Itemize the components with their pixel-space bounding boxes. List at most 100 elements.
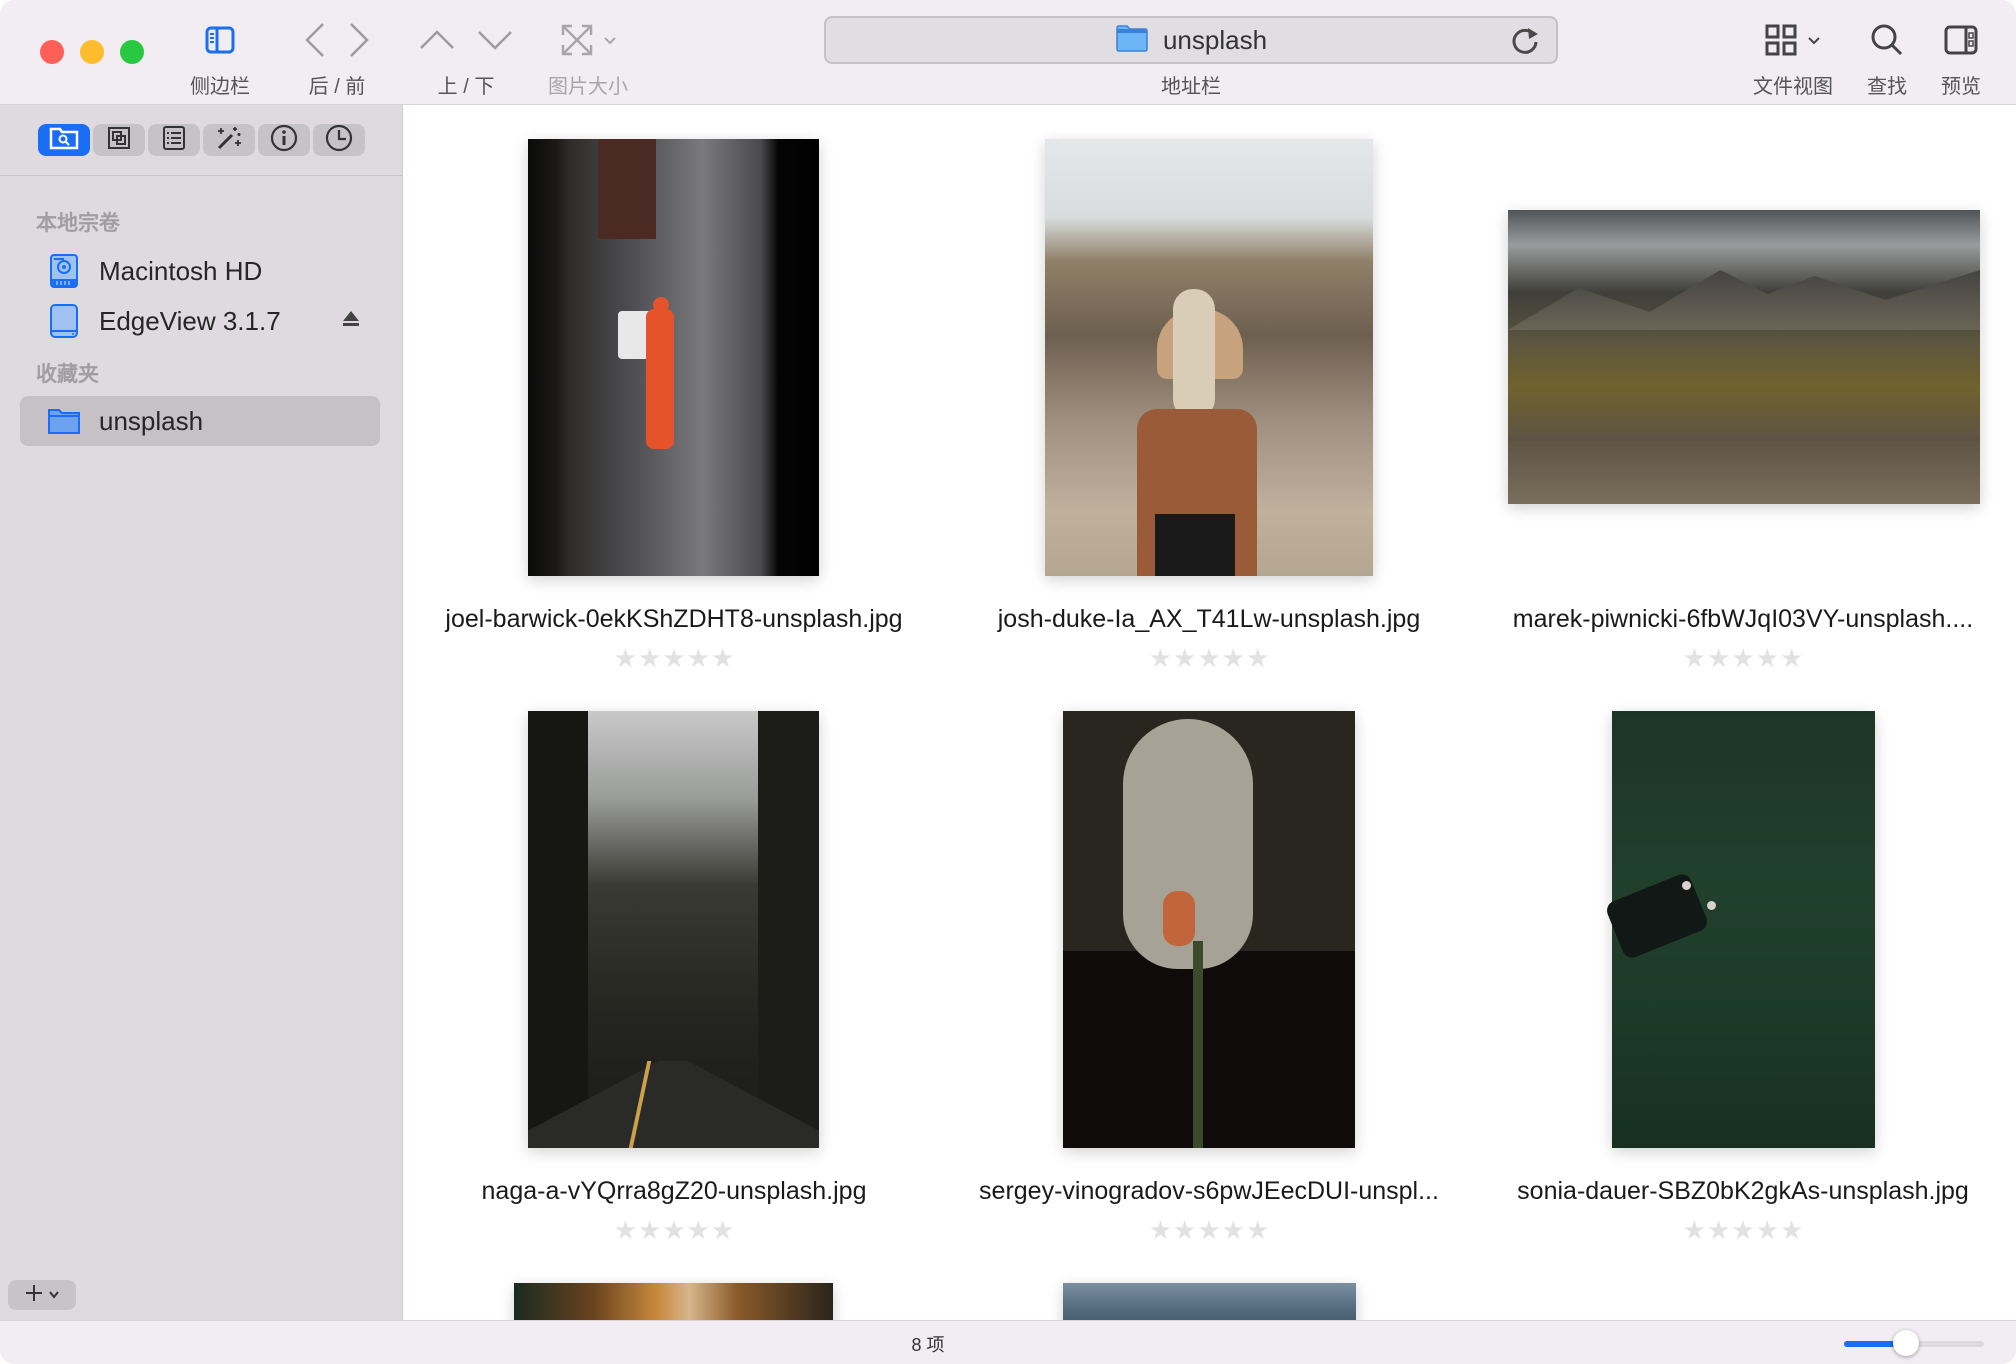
image-size-button[interactable]: 图片大小 [544,20,632,99]
sidebar-item-label: Macintosh HD [99,255,263,286]
star-icon[interactable]: ★ [1246,645,1269,671]
star-icon[interactable]: ★ [711,645,734,671]
finder-window: 侧边栏 后 / 前 上 / 下 图片大小 unsplash 地址栏 文件视图 查… [0,0,2016,1364]
segment-list[interactable] [148,124,200,156]
image-size-label: 图片大小 [548,76,628,98]
find-button[interactable]: 查找 [1862,20,1912,99]
star-icon[interactable]: ★ [1756,1217,1779,1243]
close-button[interactable] [40,40,64,64]
section-favorites: 收藏夹 [36,363,99,386]
sidebar: 本地宗卷 Macintosh HD EdgeView 3.1.7 收藏夹 uns… [0,105,403,1320]
star-icon[interactable]: ★ [1707,645,1730,671]
thumbnail-sonia-dauer[interactable] [1604,711,1875,1148]
star-icon[interactable]: ★ [687,1217,710,1243]
star-icon[interactable]: ★ [1173,1217,1196,1243]
image-detail [1707,901,1716,910]
image-detail [758,711,819,1148]
star-icon[interactable]: ★ [1780,1217,1803,1243]
star-rating[interactable]: ★ ★ ★ ★ ★ [614,645,735,671]
address-bar[interactable]: unsplash [824,16,1558,64]
star-icon[interactable]: ★ [638,1217,661,1243]
image-detail [653,297,669,313]
image-detail [1508,270,1980,330]
sidebar-toggle-button[interactable]: 侧边栏 [186,20,254,99]
folder-icon [1115,24,1149,57]
star-icon[interactable]: ★ [1197,1217,1220,1243]
internal-drive-icon [47,253,81,289]
file-name: josh-duke-Ia_AX_T41Lw-unsplash.jpg [997,605,1421,633]
star-icon[interactable]: ★ [638,645,661,671]
star-icon[interactable]: ★ [614,1217,637,1243]
plus-icon [25,1284,43,1307]
sidebar-mode-segments [38,124,365,156]
back-button[interactable] [303,21,327,64]
back-forward-label: 后 / 前 [308,76,366,98]
file-name: joel-barwick-0ekKShZDHT8-unsplash.jpg [445,605,903,633]
external-drive-icon [47,303,81,339]
star-icon[interactable]: ★ [1173,645,1196,671]
minimize-button[interactable] [80,40,104,64]
sidebar-item-unsplash[interactable]: unsplash [20,396,380,446]
star-icon[interactable]: ★ [1707,1217,1730,1243]
segment-layers[interactable] [93,124,145,156]
thumbnail-partial-8[interactable] [1063,1283,1356,1320]
star-icon[interactable]: ★ [1756,645,1779,671]
add-favorite-button[interactable] [8,1280,76,1310]
sidebar-item-macintosh-hd[interactable]: Macintosh HD [20,246,380,296]
star-icon[interactable]: ★ [662,1217,685,1243]
thumbnail-naga-a[interactable] [528,711,819,1148]
segment-info[interactable] [258,124,310,156]
star-icon[interactable]: ★ [1149,1217,1172,1243]
zoom-button[interactable] [120,40,144,64]
star-icon[interactable]: ★ [687,645,710,671]
star-rating[interactable]: ★ ★ ★ ★ ★ [1149,645,1270,671]
star-icon[interactable]: ★ [1731,1217,1754,1243]
star-icon[interactable]: ★ [614,645,637,671]
slider-thumb[interactable] [1892,1330,1919,1356]
folder-search-icon [49,126,79,155]
sidebar-icon [205,26,235,59]
star-icon[interactable]: ★ [1683,645,1706,671]
search-icon [1870,23,1904,62]
star-rating[interactable]: ★ ★ ★ ★ ★ [1683,1217,1804,1243]
star-icon[interactable]: ★ [1197,645,1220,671]
forward-button[interactable] [347,21,371,64]
star-icon[interactable]: ★ [1731,645,1754,671]
file-name: marek-piwnicki-6fbWJqI03VY-unsplash.... [1512,605,1974,633]
star-icon[interactable]: ★ [711,1217,734,1243]
star-rating[interactable]: ★ ★ ★ ★ ★ [614,1217,735,1243]
image-detail [646,309,674,449]
folder-icon [47,407,81,435]
sidebar-item-label: unsplash [99,405,204,436]
down-button[interactable] [476,28,514,57]
star-icon[interactable]: ★ [1222,1217,1245,1243]
thumbnail-joel-barwick[interactable] [528,139,819,576]
reload-button[interactable] [1508,24,1542,63]
sidebar-item-edgeview[interactable]: EdgeView 3.1.7 [20,296,380,346]
star-icon[interactable]: ★ [1683,1217,1706,1243]
file-name: sergey-vinogradov-s6pwJEecDUI-unspl... [979,1177,1439,1205]
segment-history[interactable] [313,124,365,156]
info-icon [270,124,298,157]
star-icon[interactable]: ★ [662,645,685,671]
clock-icon [325,124,353,157]
star-icon[interactable]: ★ [1149,645,1172,671]
eject-icon[interactable] [342,310,360,333]
star-icon[interactable]: ★ [1222,645,1245,671]
star-rating[interactable]: ★ ★ ★ ★ ★ [1683,645,1804,671]
address-path: unsplash [1162,24,1268,55]
star-icon[interactable]: ★ [1780,645,1803,671]
thumbnail-sergey-vinogradov[interactable] [1063,711,1355,1148]
file-view-button[interactable]: 文件视图 [1746,20,1840,99]
star-icon[interactable]: ★ [1246,1217,1269,1243]
thumbnail-size-slider[interactable] [1844,1330,1984,1356]
thumbnail-partial-7[interactable] [514,1283,833,1320]
address-bar-label: 地址栏 [1161,76,1221,98]
preview-button[interactable]: 预览 [1936,20,1986,99]
segment-browse[interactable] [38,124,90,156]
segment-adjust[interactable] [203,124,255,156]
star-rating[interactable]: ★ ★ ★ ★ ★ [1149,1217,1270,1243]
thumbnail-marek-piwnicki[interactable] [1508,210,1980,504]
thumbnail-josh-duke[interactable] [1045,139,1373,576]
up-button[interactable] [418,28,456,57]
